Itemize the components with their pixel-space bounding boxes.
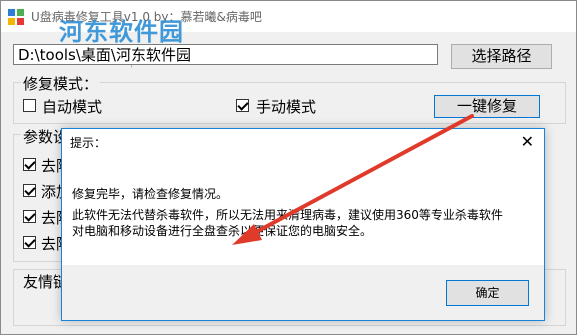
watermark-logo: 河东软件园 [59,18,184,46]
dialog-title: 提示： [70,136,107,150]
manual-mode-label: 手动模式 [256,98,317,116]
auto-mode-checkbox[interactable] [23,99,36,112]
manual-mode-checkbox[interactable] [236,99,249,112]
dialog-message-line-2: 此软件无法代替杀毒软件，所以无法用来清理病毒，建议使用360等专业杀毒软件 [72,208,503,222]
param-checkbox-3[interactable] [23,210,36,223]
one-click-repair-button[interactable]: 一键修复 [434,95,540,118]
repair-mode-legend: 修复模式： [21,73,101,94]
dialog-message-line-1: 修复完毕，请检查修复情况。 [72,187,229,201]
auto-mode-label: 自动模式 [42,98,103,116]
close-icon[interactable]: ✕ [521,132,534,151]
dialog-body: 修复完毕，请检查修复情况。 此软件无法代替杀毒软件，所以无法用来清理病毒，建议使… [62,155,544,265]
param-checkbox-1[interactable] [23,158,36,171]
title-bar: U盘病毒修复工具v1.0 by：慕若曦&病毒吧 河东软件园 [1,1,576,46]
dialog-message-line-3: 对电脑和移动设备进行全盘查杀以便保证您的电脑安全。 [72,224,373,238]
ok-button[interactable]: 确定 [446,280,529,306]
path-input[interactable]: D:\tools\桌面\河东软件园 [13,44,438,65]
param-checkbox-2[interactable] [23,184,36,197]
param-checkbox-4[interactable] [23,236,36,249]
dialog-title-bar: 提示： ✕ [62,129,544,155]
prompt-dialog: 提示： ✕ 修复完毕，请检查修复情况。 此软件无法代替杀毒软件，所以无法用来清理… [61,128,545,321]
select-path-button[interactable]: 选择路径 [451,44,552,69]
app-icon [8,9,24,25]
